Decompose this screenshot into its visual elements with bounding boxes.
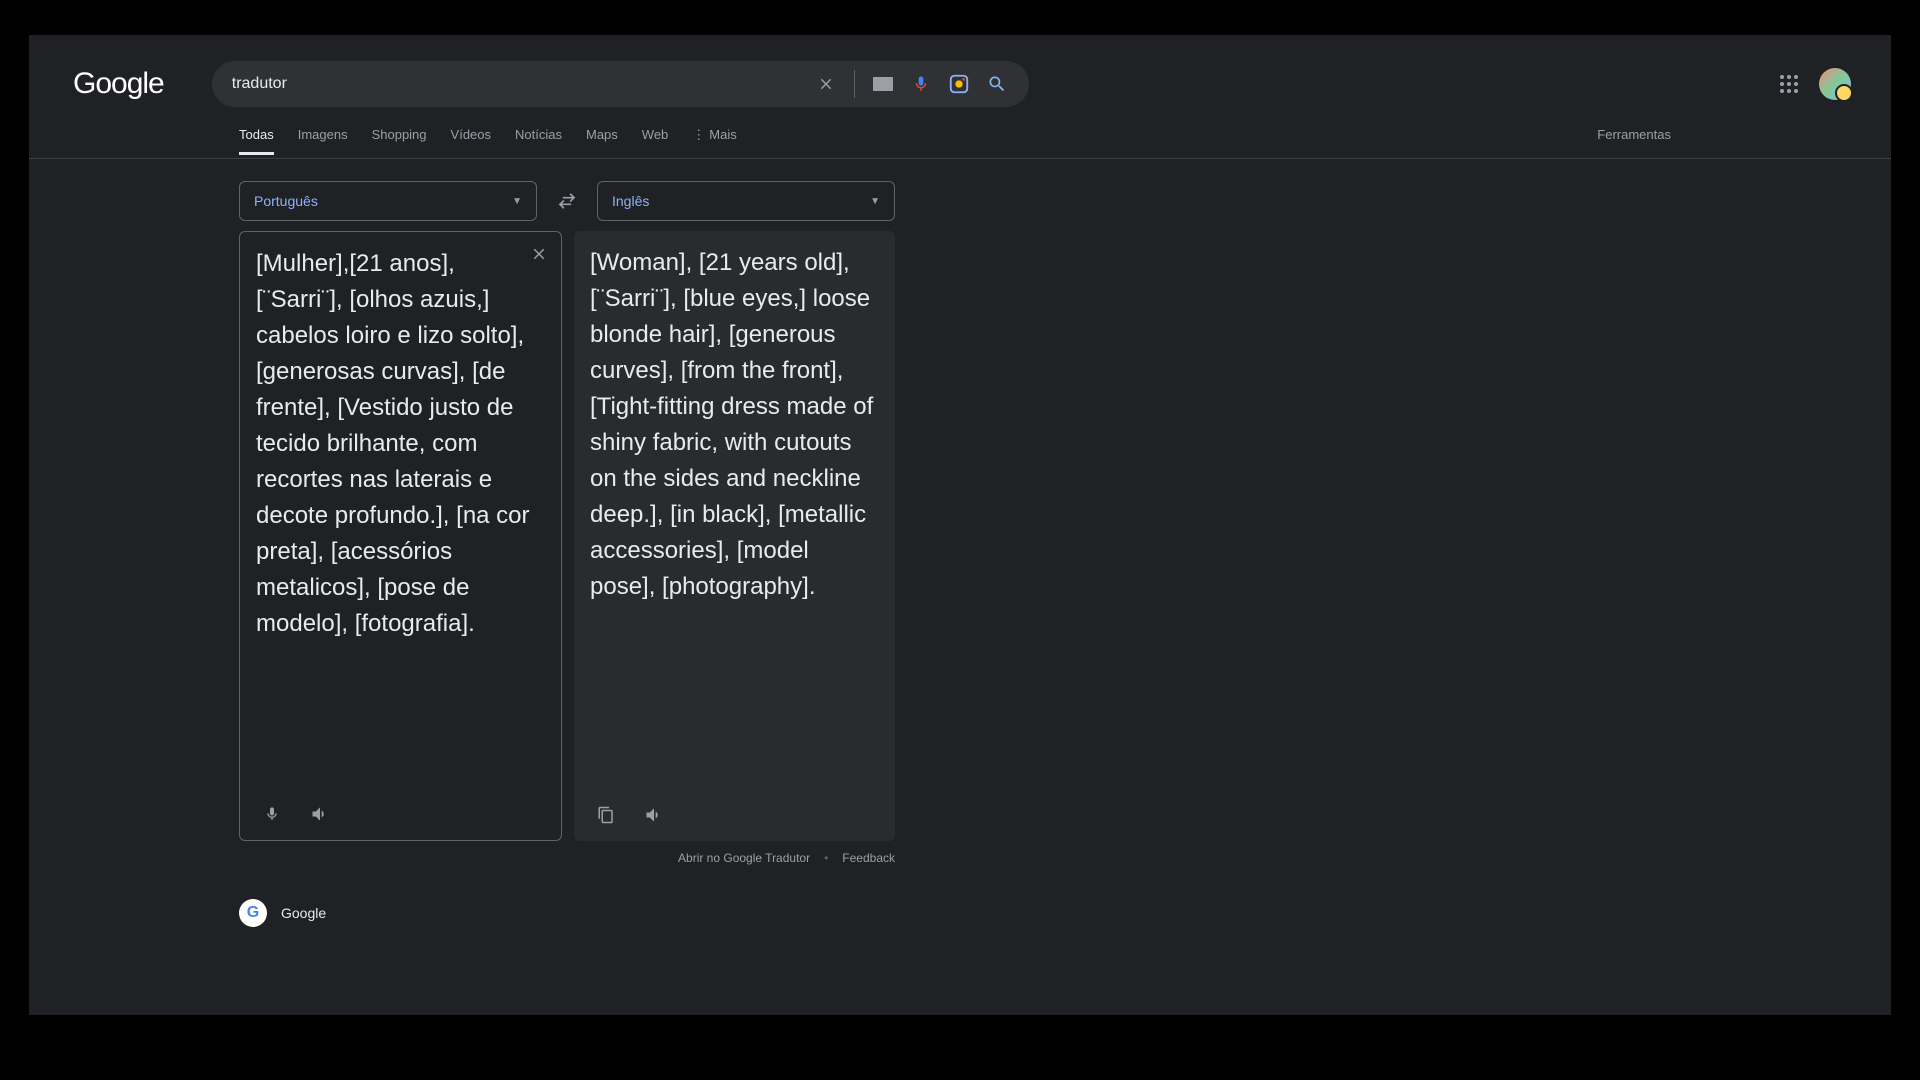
copy-icon[interactable] [594,803,618,827]
translator-widget: Português ▼ Inglês ▼ [Mulher],[21 anos],… [239,181,895,865]
search-input[interactable] [232,75,814,93]
tab-all[interactable]: Todas [239,127,274,155]
result-title: Google [281,905,326,921]
apps-icon[interactable] [1777,72,1801,96]
source-language-select[interactable]: Português ▼ [239,181,537,221]
search-icon[interactable] [985,72,1009,96]
chevron-down-icon: ▼ [512,196,522,207]
open-translator-link[interactable]: Abrir no Google Tradutor [678,851,810,865]
tab-web[interactable]: Web [642,127,669,154]
account-avatar[interactable] [1819,68,1851,100]
tab-videos[interactable]: Vídeos [451,127,491,154]
listen-source-icon[interactable] [308,802,332,826]
result-favicon: G [239,899,267,927]
tab-maps[interactable]: Maps [586,127,618,154]
mic-input-icon[interactable] [260,802,284,826]
feedback-link[interactable]: Feedback [842,851,895,865]
tab-shopping[interactable]: Shopping [372,127,427,154]
chevron-down-icon: ▼ [870,196,880,207]
clear-icon[interactable] [814,72,838,96]
lens-icon[interactable] [947,72,971,96]
search-tabs: Todas Imagens Shopping Vídeos Notícias M… [29,107,1891,159]
tab-images[interactable]: Imagens [298,127,348,154]
source-text[interactable]: [Mulher],[21 anos], [¨Sarri¨], [olhos az… [256,246,545,792]
target-language-label: Inglês [612,193,649,209]
swap-languages-button[interactable] [549,183,585,219]
search-bar [212,61,1029,107]
google-logo[interactable]: Google [73,67,164,101]
separator-dot: • [824,851,828,865]
target-pane: [Woman], [21 years old], [¨Sarri¨], [blu… [574,231,895,841]
target-language-select[interactable]: Inglês ▼ [597,181,895,221]
keyboard-icon[interactable] [871,72,895,96]
tab-more[interactable]: ⋮ Mais [692,127,736,155]
source-pane: [Mulher],[21 anos], [¨Sarri¨], [olhos az… [239,231,562,841]
tools-button[interactable]: Ferramentas [1597,127,1671,154]
clear-source-button[interactable] [527,242,551,266]
target-text: [Woman], [21 years old], [¨Sarri¨], [blu… [590,245,879,793]
search-result[interactable]: G Google [239,899,1891,927]
listen-target-icon[interactable] [642,803,666,827]
source-language-label: Português [254,193,318,209]
mic-icon[interactable] [909,72,933,96]
more-dots-icon: ⋮ [692,127,705,143]
tab-news[interactable]: Notícias [515,127,562,154]
